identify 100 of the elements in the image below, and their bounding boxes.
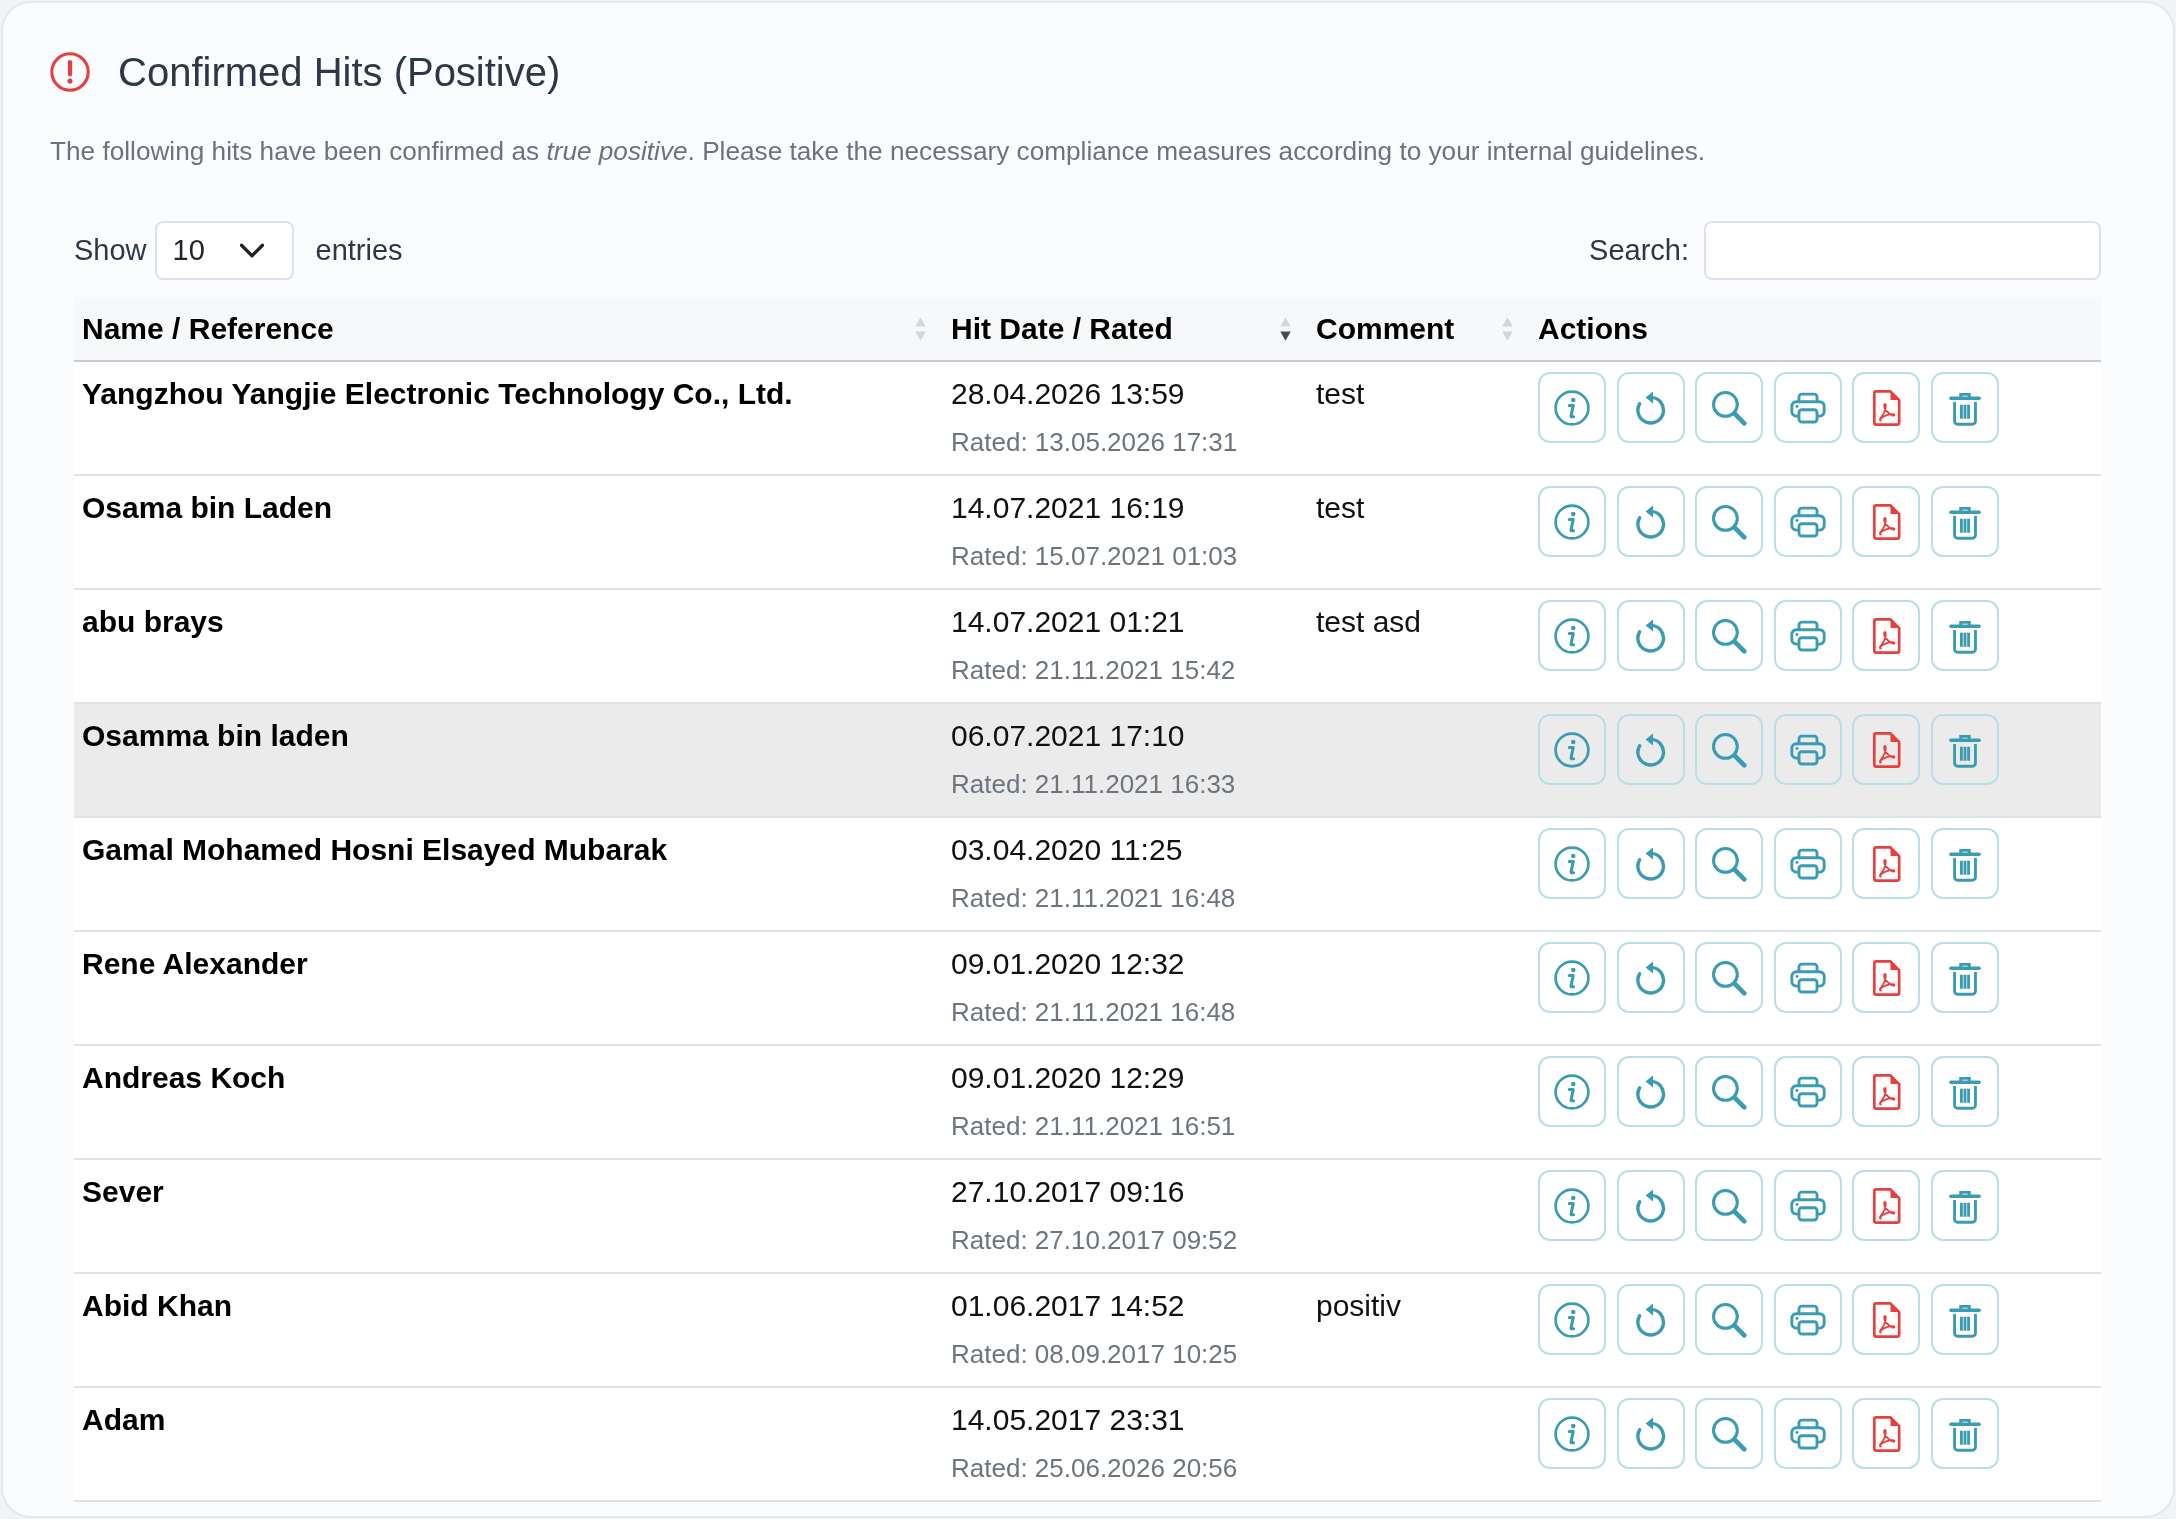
undo-button[interactable] <box>1616 828 1685 899</box>
search-icon <box>1711 1187 1747 1224</box>
pdf-button[interactable] <box>1852 486 1920 557</box>
rated-date: Rated: 08.09.2017 10:25 <box>951 1338 1239 1371</box>
print-button[interactable] <box>1773 714 1842 785</box>
info-button[interactable] <box>1538 1398 1606 1469</box>
entries-label: entries <box>315 234 403 267</box>
delete-button[interactable] <box>1930 372 1999 443</box>
info-icon <box>1554 1415 1590 1452</box>
search-button[interactable] <box>1695 942 1763 1013</box>
search-button[interactable] <box>1695 372 1763 443</box>
info-icon <box>1554 959 1590 996</box>
pdf-button[interactable] <box>1852 1056 1920 1127</box>
delete-button[interactable] <box>1930 1398 1999 1469</box>
info-icon <box>1554 1073 1590 1110</box>
delete-button[interactable] <box>1930 1056 1999 1127</box>
pdf-button[interactable] <box>1852 1170 1920 1241</box>
comment-text: test <box>1316 376 1366 412</box>
info-button[interactable] <box>1538 1170 1606 1241</box>
search-icon <box>1711 1415 1747 1452</box>
pdf-button[interactable] <box>1852 942 1920 1013</box>
comment-text: positiv <box>1316 1288 1403 1324</box>
search-label: Search: <box>1589 234 1689 267</box>
reference-name: Yangzhou Yangjie Electronic Technology Co., Ltd. <box>82 376 794 412</box>
info-icon <box>1554 503 1590 540</box>
hit-date: 09.01.2020 12:32 <box>951 946 1186 982</box>
info-button[interactable] <box>1538 1056 1606 1127</box>
rated-date: Rated: 25.06.2026 20:56 <box>951 1452 1239 1485</box>
undo-button[interactable] <box>1616 372 1685 443</box>
undo-button[interactable] <box>1616 486 1685 557</box>
rated-date: Rated: 15.07.2021 01:03 <box>951 540 1239 573</box>
info-icon <box>1554 1301 1590 1338</box>
undo-button[interactable] <box>1616 1284 1685 1355</box>
pdf-button[interactable] <box>1852 600 1920 671</box>
print-button[interactable] <box>1773 942 1842 1013</box>
print-button[interactable] <box>1773 1398 1842 1469</box>
entries-select[interactable]: 10 <box>154 221 294 280</box>
hit-date: 09.01.2020 12:29 <box>951 1060 1186 1096</box>
info-icon <box>1554 845 1590 882</box>
info-button[interactable] <box>1538 600 1606 671</box>
description-text: The following hits have been confirmed as true positive. Please take the necessary compliance measures according to your internal guidelines. <box>50 135 1707 168</box>
reference-name: Rene Alexander <box>82 946 309 982</box>
pdf-button[interactable] <box>1852 1284 1920 1355</box>
hit-date: 27.10.2017 09:16 <box>951 1174 1186 1210</box>
reference-name: Osama bin Laden <box>82 490 334 526</box>
chevron-down-icon <box>239 243 264 258</box>
rated-date: Rated: 13.05.2026 17:31 <box>951 426 1239 459</box>
undo-button[interactable] <box>1616 942 1685 1013</box>
search-icon <box>1711 503 1747 540</box>
rated-date: Rated: 21.11.2021 16:33 <box>951 768 1237 801</box>
undo-button[interactable] <box>1616 1398 1685 1469</box>
info-button[interactable] <box>1538 828 1606 899</box>
reference-name: Osamma bin laden <box>82 718 350 754</box>
undo-button[interactable] <box>1616 1056 1685 1127</box>
print-button[interactable] <box>1773 1056 1842 1127</box>
reference-name: abu brays <box>82 604 225 640</box>
pdf-button[interactable] <box>1852 372 1920 443</box>
delete-button[interactable] <box>1930 1170 1999 1241</box>
print-button[interactable] <box>1773 486 1842 557</box>
search-button[interactable] <box>1695 486 1763 557</box>
search-button[interactable] <box>1695 1170 1763 1241</box>
search-button[interactable] <box>1695 600 1763 671</box>
search-button[interactable] <box>1695 1284 1763 1355</box>
info-button[interactable] <box>1538 372 1606 443</box>
info-icon <box>1554 731 1590 768</box>
undo-button[interactable] <box>1616 714 1685 785</box>
pdf-button[interactable] <box>1852 1398 1920 1469</box>
print-button[interactable] <box>1773 372 1842 443</box>
delete-button[interactable] <box>1930 942 1999 1013</box>
delete-button[interactable] <box>1930 828 1999 899</box>
show-label: Show <box>74 234 147 267</box>
search-field[interactable] <box>1704 221 2101 280</box>
reference-name: Abid Khan <box>82 1288 233 1324</box>
info-button[interactable] <box>1538 486 1606 557</box>
print-button[interactable] <box>1773 1284 1842 1355</box>
search-button[interactable] <box>1695 1398 1763 1469</box>
delete-button[interactable] <box>1930 1284 1999 1355</box>
print-button[interactable] <box>1773 828 1842 899</box>
info-button[interactable] <box>1538 714 1606 785</box>
hit-date: 06.07.2021 17:10 <box>951 718 1186 754</box>
delete-button[interactable] <box>1930 714 1999 785</box>
print-button[interactable] <box>1773 600 1842 671</box>
delete-button[interactable] <box>1930 600 1999 671</box>
info-icon <box>1554 617 1590 654</box>
undo-button[interactable] <box>1616 600 1685 671</box>
info-icon <box>1554 389 1590 426</box>
reference-name: Adam <box>82 1402 167 1438</box>
search-button[interactable] <box>1695 828 1763 899</box>
search-icon <box>1711 1073 1747 1110</box>
print-button[interactable] <box>1773 1170 1842 1241</box>
delete-button[interactable] <box>1930 486 1999 557</box>
rated-date: Rated: 21.11.2021 16:51 <box>951 1110 1237 1143</box>
pdf-button[interactable] <box>1852 828 1920 899</box>
info-button[interactable] <box>1538 942 1606 1013</box>
search-icon <box>1711 389 1747 426</box>
undo-button[interactable] <box>1616 1170 1685 1241</box>
search-button[interactable] <box>1695 714 1763 785</box>
info-button[interactable] <box>1538 1284 1606 1355</box>
pdf-button[interactable] <box>1852 714 1920 785</box>
search-button[interactable] <box>1695 1056 1763 1127</box>
